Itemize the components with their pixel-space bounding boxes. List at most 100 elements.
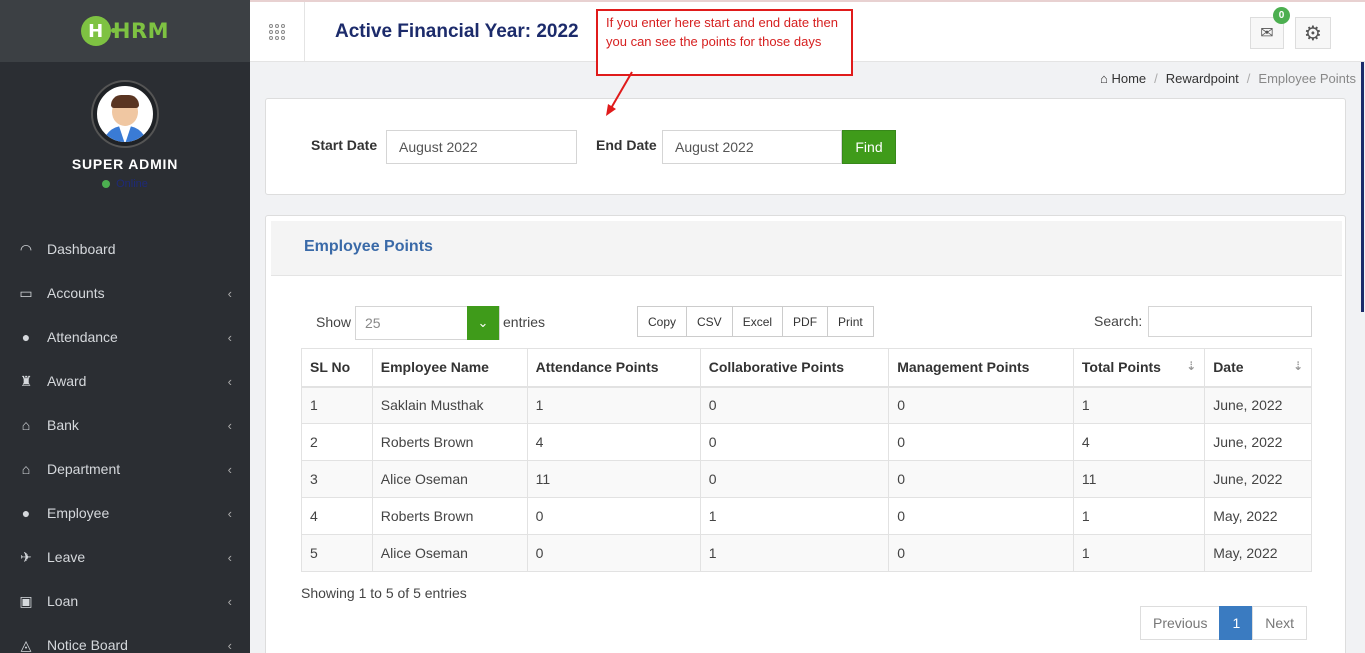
end-date-label: End Date <box>596 137 657 153</box>
avatar[interactable] <box>93 82 157 146</box>
previous-page-button[interactable]: Previous <box>1140 606 1221 640</box>
entries-label: entries <box>503 314 546 330</box>
table-cell: 2 <box>301 423 373 461</box>
sidebar-item-label: Award <box>47 373 87 389</box>
export-buttons: Copy CSV Excel PDF Print <box>637 306 874 337</box>
start-date-input[interactable]: August 2022 <box>386 130 577 164</box>
table-row: 1 Saklain Musthak 1 0 0 1 June, 2022 <box>301 386 1312 424</box>
table-cell: 5 <box>301 534 373 572</box>
table-row: 4 Roberts Brown 0 1 0 1 May, 2022 <box>301 497 1312 535</box>
csv-button[interactable]: CSV <box>686 306 733 337</box>
end-date-input[interactable]: August 2022 <box>662 130 842 164</box>
gear-icon: ⚙ <box>1304 22 1322 45</box>
column-header[interactable]: Attendance Points <box>526 348 701 388</box>
chevron-left-icon: ‹ <box>227 417 232 433</box>
copy-button[interactable]: Copy <box>637 306 688 337</box>
dashboard-icon: ◠ <box>19 240 33 257</box>
table-cell: 1 <box>699 534 890 572</box>
find-button[interactable]: Find <box>842 130 896 164</box>
table-cell: 4 <box>526 423 701 461</box>
sidebar-item-attendance[interactable]: ● Attendance ‹ <box>0 315 250 359</box>
start-date-label: Start Date <box>311 137 378 153</box>
breadcrumb-separator: / <box>1246 71 1251 86</box>
print-button[interactable]: Print <box>827 306 874 337</box>
chevron-left-icon: ‹ <box>227 461 232 477</box>
annotation-arrow-icon <box>606 71 633 116</box>
online-status: Online <box>0 178 250 190</box>
apps-grid-button[interactable] <box>250 2 305 62</box>
breadcrumb-home[interactable]: ⌂ Home <box>1100 71 1146 86</box>
user-icon: ● <box>21 329 31 345</box>
breadcrumb-current: Employee Points <box>1258 71 1356 86</box>
column-header-label: Employee Name <box>380 359 489 376</box>
table-cell: 0 <box>699 460 890 498</box>
table-cell: Alice Oseman <box>371 534 528 572</box>
bell-icon: ◬ <box>20 636 32 653</box>
date-filter-card: Start Date August 2022 End Date August 2… <box>265 98 1346 195</box>
employee-points-table: SL No Employee Name Attendance Points Colla… <box>301 348 1312 572</box>
envelope-icon: ✉ <box>1260 25 1274 42</box>
table-row: 5 Alice Oseman 0 1 0 1 May, 2022 <box>301 534 1312 572</box>
table-cell: 0 <box>888 423 1074 461</box>
table-cell: June, 2022 <box>1204 386 1312 424</box>
logo-mark: H <box>80 16 116 46</box>
search-label: Search: <box>1094 313 1143 329</box>
chevron-down-icon[interactable]: ⌄ <box>467 306 499 340</box>
column-header[interactable]: SL No <box>301 348 373 388</box>
breadcrumb-separator: / <box>1154 71 1158 86</box>
sidebar-item-department[interactable]: ⌂ Department ‹ <box>0 447 250 491</box>
sidebar-item-label: Dashboard <box>47 241 116 257</box>
sidebar-item-accounts[interactable]: ▭ Accounts ‹ <box>0 271 250 315</box>
settings-button[interactable]: ⚙ <box>1295 17 1331 49</box>
column-header[interactable]: Date ⇣ <box>1204 348 1312 388</box>
pagination: Previous 1 Next <box>1140 606 1308 640</box>
sidebar-item-bank[interactable]: ⌂ Bank ‹ <box>0 403 250 447</box>
show-label: Show <box>316 314 352 330</box>
card-header: Employee Points <box>271 221 1342 276</box>
table-cell: 1 <box>526 386 701 424</box>
pdf-button[interactable]: PDF <box>782 306 829 337</box>
excel-button[interactable]: Excel <box>731 306 784 337</box>
sidebar-item-label: Attendance <box>47 329 118 345</box>
page-1-button[interactable]: 1 <box>1219 606 1254 640</box>
table-row: 2 Roberts Brown 4 0 0 4 June, 2022 <box>301 423 1312 461</box>
sidebar-item-label: Accounts <box>47 285 105 301</box>
table-cell: 0 <box>526 497 701 535</box>
column-header-label: Attendance Points <box>535 359 659 376</box>
column-header[interactable]: Management Points <box>888 348 1074 388</box>
messages-count-badge: 0 <box>1273 7 1290 24</box>
table-cell: 0 <box>888 534 1074 572</box>
users-icon: ● <box>21 505 31 521</box>
page-length-select[interactable]: 25 ⌄ <box>355 306 500 340</box>
sort-icon[interactable]: ⇣ <box>1293 359 1303 373</box>
table-cell: 1 <box>1072 386 1206 424</box>
sidebar-item-employee[interactable]: ● Employee ‹ <box>0 491 250 535</box>
sidebar-item-award[interactable]: ♜ Award ‹ <box>0 359 250 403</box>
chevron-left-icon: ‹ <box>227 329 232 345</box>
table-row: 3 Alice Oseman 11 0 0 11 June, 2022 <box>301 460 1312 498</box>
sort-icon[interactable]: ⇣ <box>1186 359 1196 373</box>
table-cell: 1 <box>1072 534 1206 572</box>
sidebar-item-loan[interactable]: ▣ Loan ‹ <box>0 579 250 623</box>
table-cell: 3 <box>301 460 373 498</box>
column-header[interactable]: Collaborative Points <box>699 348 890 388</box>
search-input[interactable] <box>1148 306 1312 337</box>
sidebar-item-dashboard[interactable]: ◠ Dashboard <box>0 227 250 271</box>
app-logo[interactable]: H HRM <box>80 16 169 46</box>
financial-year-title: Active Financial Year: 2022 <box>335 21 579 42</box>
column-header[interactable]: Total Points ⇣ <box>1072 348 1206 388</box>
table-cell: 1 <box>301 386 373 424</box>
sidebar-item-label: Department <box>47 461 121 477</box>
table-cell: May, 2022 <box>1204 534 1312 572</box>
sidebar-item-notice-board[interactable]: ◬ Notice Board ‹ <box>0 623 250 653</box>
logo-bar: H HRM <box>0 0 250 62</box>
building-icon: ⌂ <box>21 461 31 477</box>
sidebar-item-leave[interactable]: ✈ Leave ‹ <box>0 535 250 579</box>
status-text: Online <box>116 178 148 190</box>
trophy-icon: ♜ <box>19 372 33 389</box>
column-header[interactable]: Employee Name <box>371 348 528 388</box>
next-page-button[interactable]: Next <box>1252 606 1308 640</box>
chevron-left-icon: ‹ <box>227 373 232 389</box>
chevron-left-icon: ‹ <box>227 285 232 301</box>
breadcrumb-rewardpoint[interactable]: Rewardpoint <box>1166 71 1239 86</box>
